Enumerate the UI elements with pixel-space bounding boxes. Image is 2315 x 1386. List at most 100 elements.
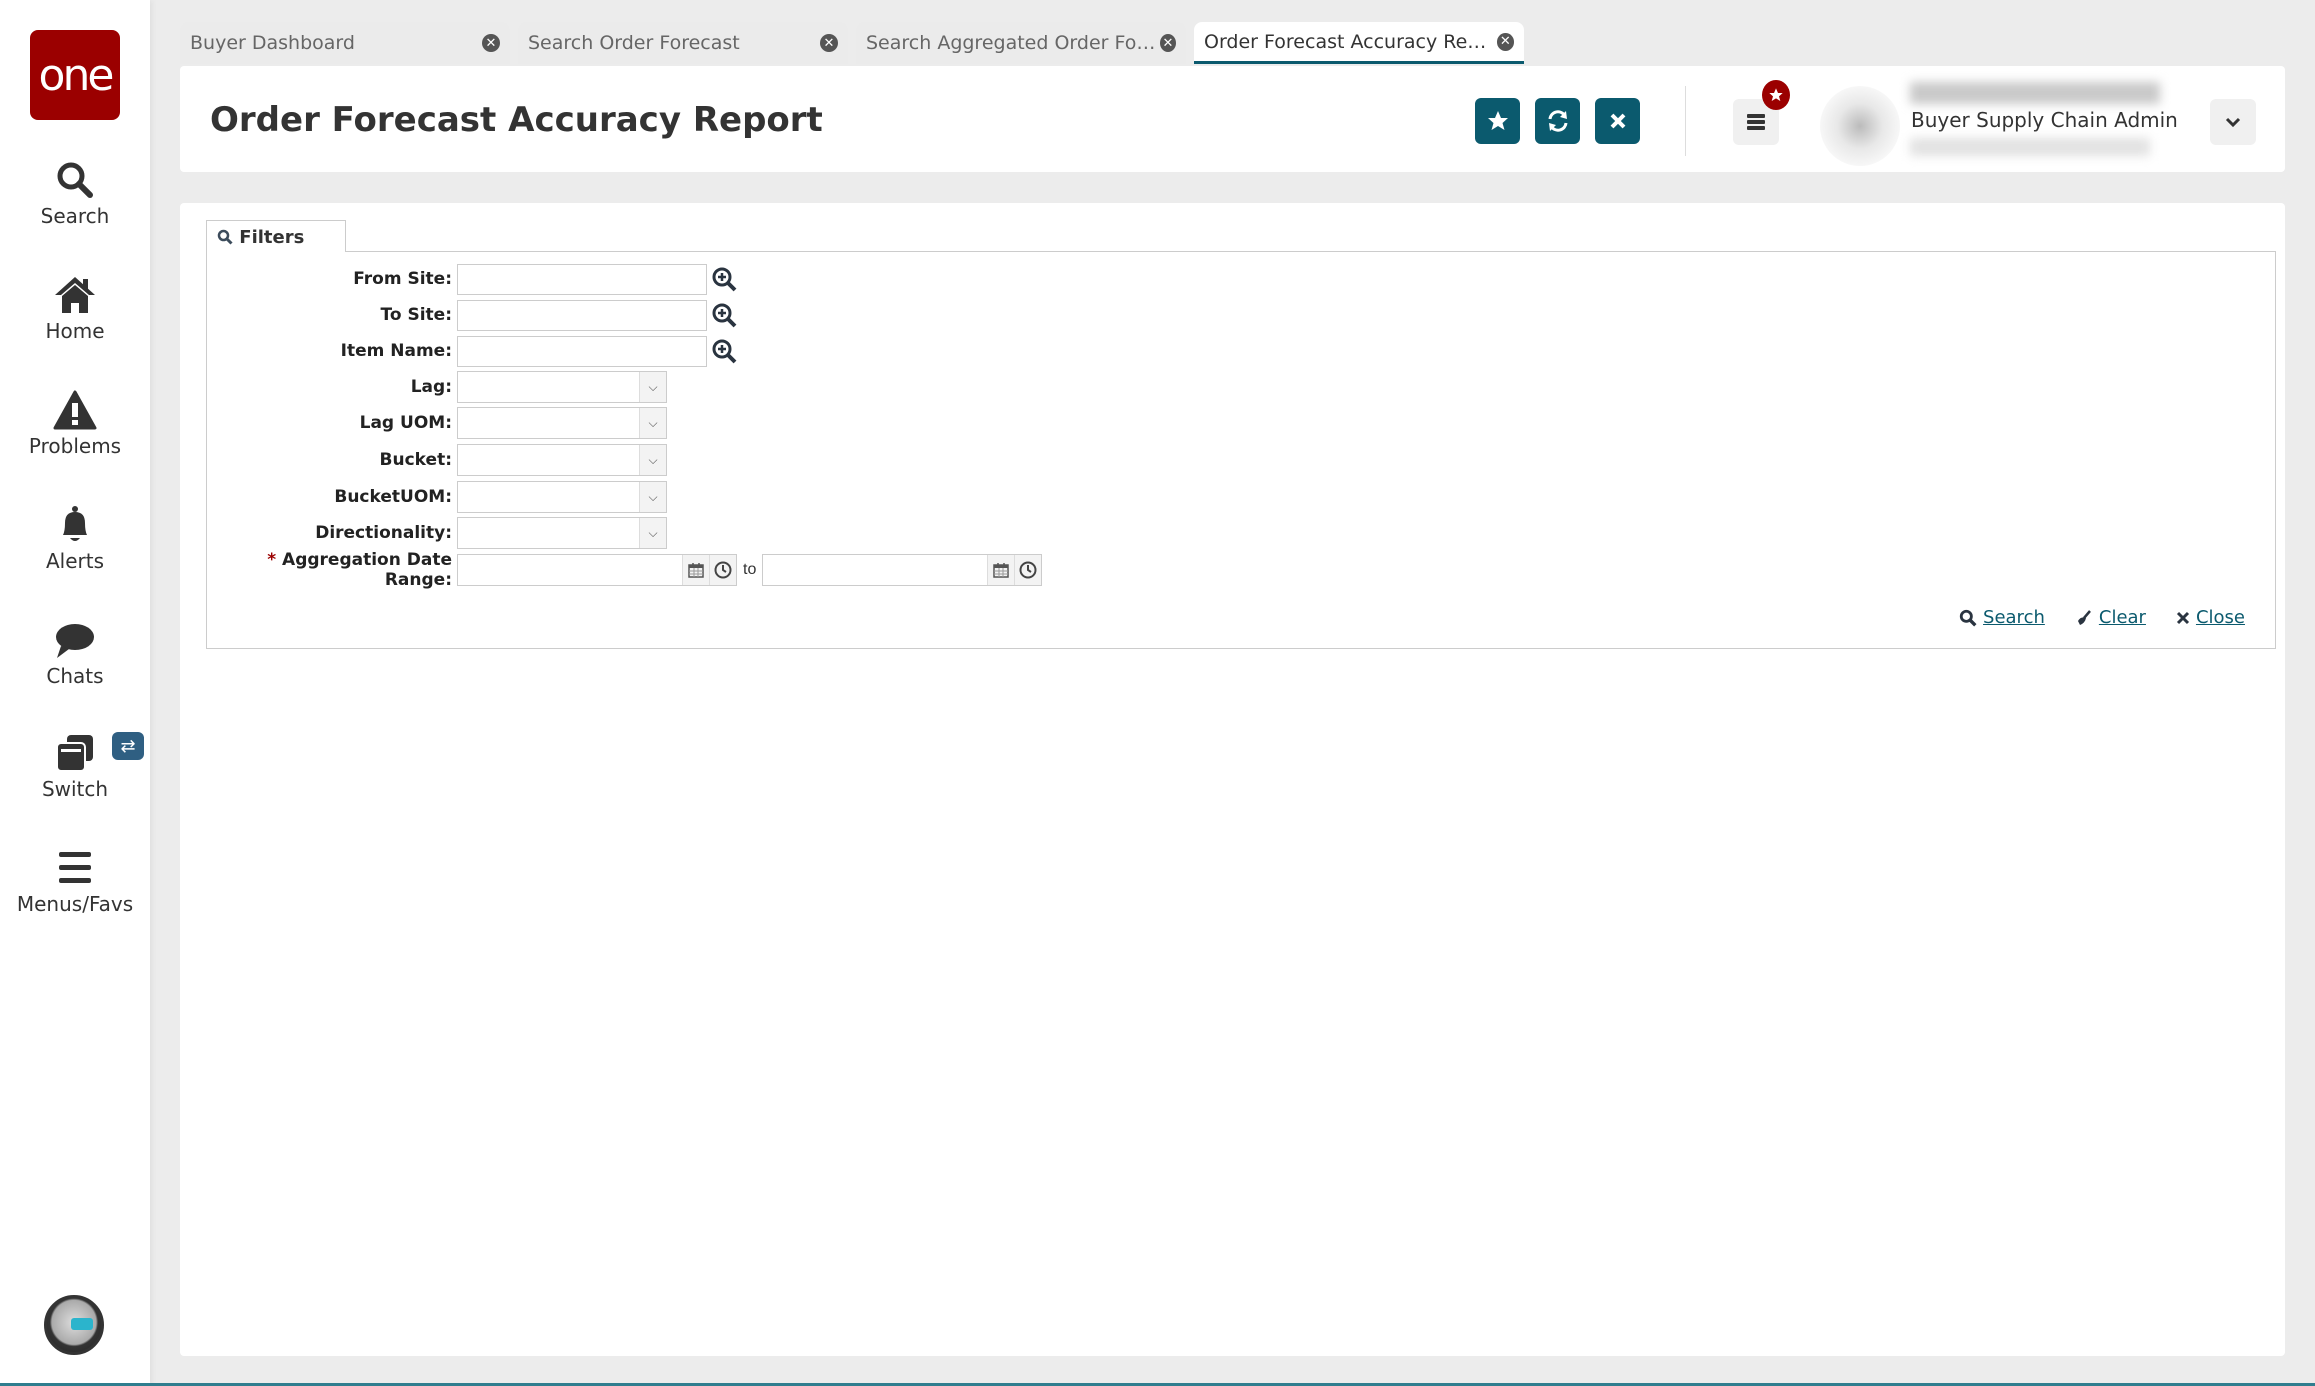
user-role: Buyer Supply Chain Admin [1911,108,2178,132]
label-text: Aggregation Date Range: [282,550,452,590]
refresh-icon [1548,110,1567,132]
sidebar-item-label: Chats [46,664,104,688]
search-icon [57,162,93,198]
clock-icon[interactable] [709,555,736,585]
close-tab-icon[interactable]: ✕ [1496,32,1514,51]
filter-actions: Search Clear Close [1959,607,2245,628]
sidebar-item-home[interactable]: Home [0,275,150,343]
search-link[interactable]: Search [1983,607,2045,628]
close-tab-icon[interactable]: ✕ [820,34,838,52]
lag-uom-select[interactable]: ⌵ [457,407,667,439]
date-range-from-input[interactable] [457,554,737,586]
hamburger-icon [1747,114,1765,130]
close-icon [1610,113,1625,129]
to-label: to [743,561,757,578]
date-range-to-input[interactable] [762,554,1043,586]
content-panel: Filters From Site: To Site: Item Name: L… [180,203,2285,1356]
item-name-row: Item Name: [207,334,737,368]
required-marker: * [267,550,277,570]
date-value [763,555,987,585]
lag-select[interactable]: ⌵ [457,371,667,403]
chevron-down-icon[interactable]: ⌵ [639,408,666,438]
chevron-down-icon[interactable]: ⌵ [639,445,666,475]
close-tab-icon[interactable]: ✕ [482,34,500,52]
search-icon [1959,609,1977,627]
tab-label: Order Forecast Accuracy Report [1204,30,1497,53]
directionality-row: Directionality: ⌵ [207,516,667,550]
filters-tab[interactable]: Filters [206,220,346,252]
header-divider [1685,86,1686,156]
lookup-icon[interactable] [711,302,737,328]
sidebar-item-label: Switch [41,777,109,801]
select-value [458,408,639,438]
to-site-label: To Site: [380,305,452,325]
lookup-icon[interactable] [711,266,737,292]
clear-action[interactable]: Clear [2075,607,2146,628]
select-value [458,445,639,475]
switch-badge[interactable]: ⇄ [112,732,144,760]
switch-icon [56,735,93,772]
calendar-icon[interactable] [987,555,1015,585]
clear-link[interactable]: Clear [2099,607,2146,628]
close-link[interactable]: Close [2196,607,2245,628]
close-action[interactable]: Close [2176,607,2245,628]
tab-bar: Buyer Dashboard ✕ Search Order Forecast … [180,22,1532,64]
bucket-uom-label: BucketUOM: [334,487,452,507]
user-avatar[interactable] [1820,86,1900,166]
to-site-input[interactable] [457,299,707,331]
favorites-badge [1762,80,1790,110]
select-value [458,372,639,402]
tab-search-aggregated-order-forecast[interactable]: Search Aggregated Order Foreca... ✕ [856,22,1186,64]
tab-search-order-forecast[interactable]: Search Order Forecast ✕ [518,22,848,64]
chat-icon [56,624,94,658]
from-site-row: From Site: [207,262,737,296]
directionality-label: Directionality: [315,523,452,543]
sidebar-item-search[interactable]: Search [0,160,150,228]
aggregation-date-range-label: * Aggregation Date Range: [207,550,457,590]
sidebar-item-alerts[interactable]: Alerts [0,505,150,573]
lag-label: Lag: [410,377,452,397]
user-name-redacted [1910,82,2160,104]
star-icon [1487,111,1508,130]
star-icon [1769,88,1783,101]
sidebar-item-problems[interactable]: Problems [0,390,150,458]
item-name-input[interactable] [457,335,707,367]
close-page-button[interactable] [1595,98,1640,144]
user-menu-dropdown[interactable] [2210,99,2256,145]
bucket-select[interactable]: ⌵ [457,444,667,476]
tab-label: Buyer Dashboard [190,32,355,54]
sidebar-item-label: Alerts [45,549,105,573]
sidebar-item-chats[interactable]: Chats [0,620,150,688]
favorite-button[interactable] [1475,98,1520,144]
page-title: Order Forecast Accuracy Report [210,100,823,140]
bell-icon [63,506,87,541]
sidebar-item-menus-favs[interactable]: Menus/Favs [0,848,150,916]
chevron-down-icon[interactable]: ⌵ [639,372,666,402]
directionality-select[interactable]: ⌵ [457,517,667,549]
clock-icon[interactable] [1014,555,1042,585]
logo[interactable]: one [30,30,120,120]
calendar-icon[interactable] [682,555,709,585]
assistant-avatar[interactable] [44,1295,104,1355]
bucket-uom-row: BucketUOM: ⌵ [207,480,667,514]
tab-label: Search Aggregated Order Foreca... [866,32,1160,54]
bucket-label: Bucket: [379,450,452,470]
chevron-down-icon[interactable]: ⌵ [639,518,666,548]
from-site-input[interactable] [457,263,707,295]
refresh-button[interactable] [1535,98,1580,144]
chevron-down-icon[interactable]: ⌵ [639,482,666,512]
search-action[interactable]: Search [1959,607,2045,628]
tab-order-forecast-accuracy-report[interactable]: Order Forecast Accuracy Report ✕ [1194,22,1524,64]
sidebar-item-label: Problems [28,434,122,458]
user-org-redacted [1910,138,2150,156]
sidebar: one Search Home Problems Alerts Chats Sw… [0,0,150,1386]
sidebar-item-label: Search [40,204,110,228]
tab-buyer-dashboard[interactable]: Buyer Dashboard ✕ [180,22,510,64]
lookup-icon[interactable] [711,338,737,364]
select-value [458,518,639,548]
close-icon [2176,611,2190,624]
sidebar-item-label: Home [45,319,105,343]
bucket-uom-select[interactable]: ⌵ [457,481,667,513]
assistant-visor [71,1318,93,1330]
close-tab-icon[interactable]: ✕ [1159,34,1176,52]
